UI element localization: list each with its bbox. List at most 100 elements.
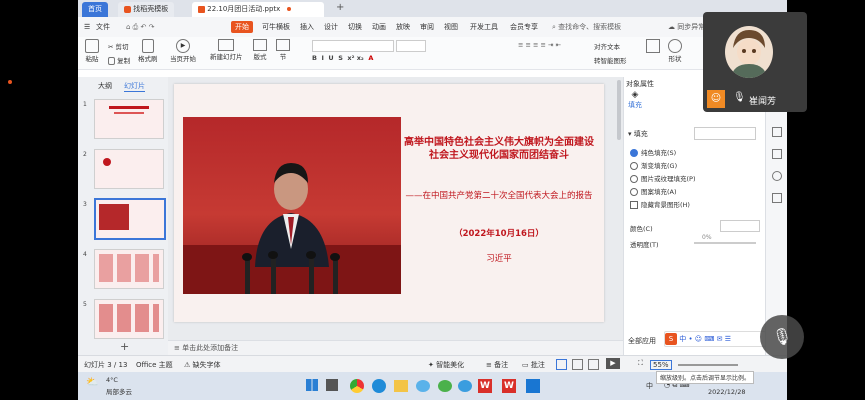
ppt-icon <box>198 5 205 13</box>
copy-button[interactable]: 复制 <box>108 55 130 65</box>
convert-smartart-button[interactable]: 转智能图形 <box>594 55 627 65</box>
slide-author[interactable]: 习近平 <box>404 252 594 264</box>
tab-document[interactable]: 22.10月团日活动.pptx <box>192 2 324 17</box>
paste-button[interactable]: 粘贴 <box>84 39 100 63</box>
fill-section-header[interactable]: ▾ 填充 <box>628 129 648 139</box>
transparency-slider[interactable] <box>694 242 756 244</box>
magic-icon: ✦ <box>428 361 434 369</box>
radio-icon <box>630 149 638 157</box>
cut-button[interactable]: ✂ 剪切 <box>108 41 129 51</box>
quick-save-icon[interactable]: ⌂ ⎙ ↶ ↷ <box>126 21 154 33</box>
view-normal-icon[interactable] <box>556 359 567 370</box>
notes-toggle[interactable]: ≡ 备注 <box>486 360 508 370</box>
side-tool-icon[interactable] <box>772 149 782 159</box>
taskbar-app-icon[interactable] <box>458 380 472 392</box>
paragraph-icons[interactable]: ≡ ≡ ≡ ≡ ⇥ ⇤ <box>518 41 561 49</box>
fill-option-gradient[interactable]: 渐变填充(G) <box>630 160 677 170</box>
side-tool-icon[interactable] <box>772 193 782 203</box>
slide-title[interactable]: 高举中国特色社会主义伟大旗帜为全面建设社会主义现代化国家而团结奋斗 <box>404 136 594 162</box>
font-format-icons[interactable]: B I U S x² x₂ A <box>312 54 373 62</box>
mic-mute-button[interactable]: 🎙 <box>760 315 804 359</box>
ime-toolbar[interactable]: S 中 • ☺ ⌨ ✉ ☰ <box>664 331 766 347</box>
panel-tab-outline[interactable]: 大纲 <box>98 81 112 91</box>
format-painter-button[interactable]: 格式刷 <box>138 39 158 63</box>
input-language[interactable]: 中 <box>646 381 653 391</box>
fill-option-solid[interactable]: 纯色填充(S) <box>630 147 676 157</box>
slide-thumbnail-2[interactable] <box>94 149 164 189</box>
fill-option-pattern[interactable]: 图案填充(A) <box>630 186 677 196</box>
menu-item-6[interactable]: 审阅 <box>420 21 434 33</box>
new-tab-button[interactable]: + <box>336 2 344 13</box>
menu-item-3[interactable]: 切换 <box>348 21 362 33</box>
menu-item-7[interactable]: 视图 <box>444 21 458 33</box>
textbox-button[interactable] <box>646 39 660 53</box>
comments-toggle[interactable]: ▭ 批注 <box>522 360 545 370</box>
vertical-scrollbar[interactable] <box>617 80 621 140</box>
fill-color-dropdown[interactable] <box>694 127 756 140</box>
menu-item-0[interactable]: 可牛横板 <box>262 21 290 33</box>
taskbar-app-icon[interactable] <box>350 379 364 393</box>
menu-start[interactable]: 开始 <box>231 21 253 33</box>
paste-label: 粘贴 <box>85 55 99 63</box>
tab-template[interactable]: 找稻壳模板 <box>118 2 175 17</box>
taskbar-app-icon[interactable] <box>438 380 452 392</box>
menu-item-8[interactable]: 开发工具 <box>470 21 498 33</box>
slideshow-play-button[interactable]: ▶ <box>606 358 620 369</box>
taskbar-app-icon[interactable] <box>416 380 430 392</box>
shape-button[interactable]: 形状 <box>668 39 682 63</box>
video-participant[interactable]: ☺ 🎙 崔闻芳 <box>703 12 807 112</box>
align-text-button[interactable]: 对齐文本 <box>594 41 620 51</box>
menu-item-9[interactable]: 会员专享 <box>510 21 538 33</box>
side-tool-icon[interactable] <box>772 171 782 181</box>
zoom-level[interactable]: 55% <box>650 360 672 370</box>
section-button[interactable]: 节 <box>276 39 290 61</box>
slide-thumbnail-5[interactable] <box>94 299 164 339</box>
apply-all-button[interactable]: 全部应用 <box>628 336 656 346</box>
view-sorter-icon[interactable] <box>572 359 583 370</box>
slide-thumbnail-3[interactable] <box>94 198 166 240</box>
search-command[interactable]: ⌕ 查找命令、搜索模板 <box>552 21 621 33</box>
taskbar-app-icon[interactable]: W <box>478 379 492 393</box>
panel-tab-slides[interactable]: 幻灯片 <box>124 81 145 92</box>
weather-widget[interactable]: ⛅ <box>86 377 98 388</box>
menu-item-2[interactable]: 设计 <box>324 21 338 33</box>
menu-item-1[interactable]: 插入 <box>300 21 314 33</box>
search-command-label: 查找命令、搜索模板 <box>558 23 622 31</box>
view-reading-icon[interactable] <box>588 359 599 370</box>
new-slide-button[interactable]: 新建幻灯片 <box>210 39 243 61</box>
layout-button[interactable]: 版式 <box>253 39 267 61</box>
hamburger-icon[interactable]: ☰ <box>84 21 90 33</box>
slide-subtitle[interactable]: ——在中国共产党第二十次全国代表大会上的报告 <box>404 190 594 202</box>
font-size-box[interactable] <box>396 40 426 52</box>
notes-pane[interactable]: ≡ 单击此处添加备注 <box>168 340 623 356</box>
color-picker[interactable] <box>720 220 760 232</box>
windows-start-icon[interactable] <box>306 379 318 391</box>
font-name-box[interactable] <box>312 40 394 52</box>
slide-thumbnail-1[interactable] <box>94 99 164 139</box>
taskbar-app-icon[interactable] <box>394 380 408 392</box>
sync-status[interactable]: ☁ 同步异常 <box>668 21 705 33</box>
slide-thumbnail-4[interactable] <box>94 249 164 289</box>
zoom-slider[interactable] <box>678 364 738 366</box>
taskbar-app-icon[interactable] <box>326 379 338 391</box>
menu-file[interactable]: 文件 <box>96 21 110 33</box>
fill-tab[interactable]: ◈ 填充 <box>628 90 642 110</box>
tab-home[interactable]: 首页 <box>82 2 108 17</box>
smart-beautify[interactable]: ✦ 智能美化 <box>428 360 464 370</box>
fit-window-icon[interactable]: ⛶ <box>638 359 643 368</box>
add-slide-button[interactable]: + <box>120 340 129 353</box>
taskbar-app-icon[interactable]: W <box>502 379 516 393</box>
new-slide-icon <box>218 39 235 51</box>
taskbar-app-icon[interactable] <box>372 379 386 393</box>
brush-icon <box>141 39 154 53</box>
taskbar-app-icon[interactable] <box>526 379 540 393</box>
missing-font[interactable]: ⚠ 缺失字体 <box>184 360 221 370</box>
play-current-button[interactable]: ▶ 当页开始 <box>170 39 196 63</box>
slide-date[interactable]: （2022年10月16日） <box>404 227 594 239</box>
menu-item-5[interactable]: 放映 <box>396 21 410 33</box>
hide-background-checkbox[interactable]: 隐藏背景图形(H) <box>630 199 690 209</box>
current-slide[interactable]: 高举中国特色社会主义伟大旗帜为全面建设社会主义现代化国家而团结奋斗 ——在中国共… <box>174 84 604 322</box>
fill-option-picture[interactable]: 图片或纹理填充(P) <box>630 173 696 183</box>
menu-item-4[interactable]: 动画 <box>372 21 386 33</box>
side-tool-icon[interactable] <box>772 127 782 137</box>
